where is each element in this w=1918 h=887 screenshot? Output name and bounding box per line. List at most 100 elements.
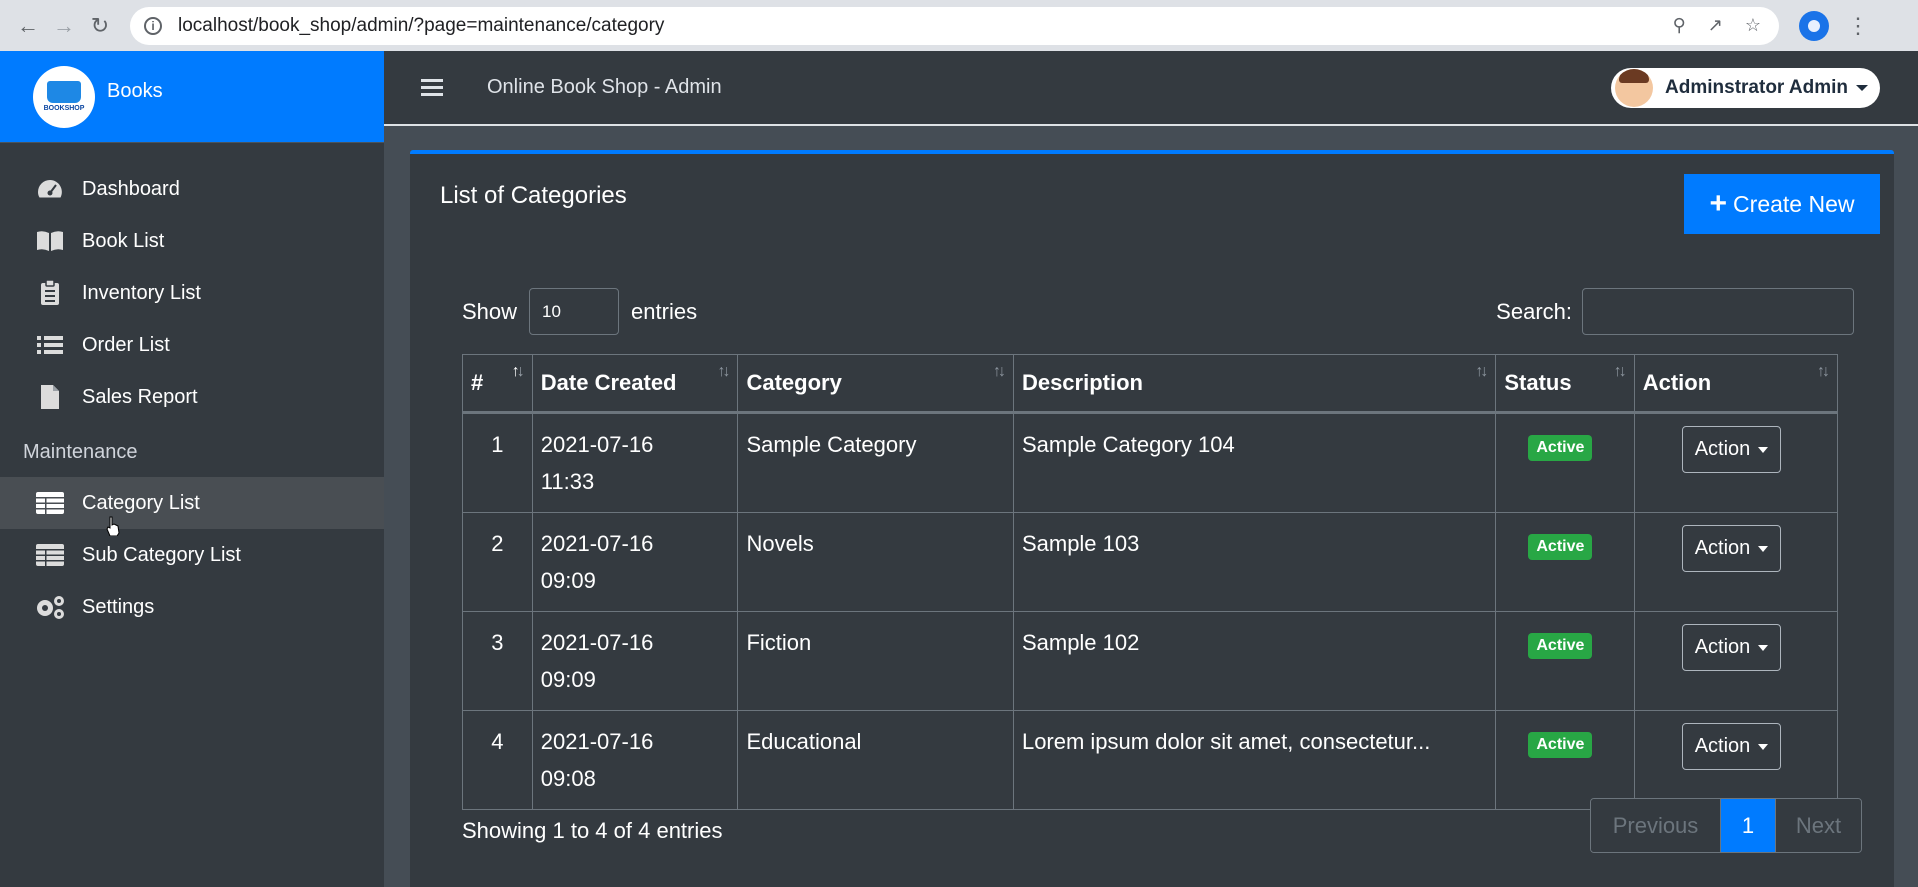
row-date-created: 2021-07-16 09:09 (531, 611, 739, 711)
cogs-icon (34, 594, 66, 620)
sidebar-item-sales-report[interactable]: Sales Report (0, 371, 384, 423)
star-icon[interactable]: ☆ (1745, 15, 1761, 36)
status-badge: Active (1528, 534, 1593, 560)
page-title: List of Categories (440, 182, 627, 209)
sidebar-item-label: Inventory List (82, 281, 201, 304)
sidebar-item-order-list[interactable]: Order List (0, 319, 384, 371)
search-label: Search: (1496, 298, 1572, 324)
row-action: Action (1633, 611, 1839, 711)
user-menu-button[interactable]: Adminstrator Admin (1611, 67, 1880, 108)
brand-name: Books (107, 80, 163, 102)
forward-arrow-icon[interactable]: → (46, 8, 82, 44)
sidebar-section-maintenance: Maintenance (23, 440, 138, 463)
row-status: Active (1495, 412, 1635, 513)
sort-icon: ↑↓ (992, 363, 1006, 380)
row-date-created: 2021-07-16 09:08 (531, 710, 739, 810)
sidebar-menu: Dashboard Book List Inventory List Order… (0, 143, 384, 633)
page-1-button[interactable]: 1 (1721, 799, 1775, 852)
brand-logo: BOOKSHOP (33, 65, 95, 128)
row-category: Fiction (737, 611, 1014, 711)
sort-icon: ↑↓ (1817, 363, 1830, 380)
back-arrow-icon[interactable]: ← (10, 8, 46, 44)
avatar (1615, 68, 1654, 107)
create-new-button[interactable]: + Create New (1684, 174, 1880, 234)
info-icon[interactable]: i (144, 16, 162, 35)
entries-label: entries (631, 298, 698, 324)
row-date-created: 2021-07-16 11:33 (531, 412, 739, 513)
user-name: Adminstrator Admin (1665, 76, 1848, 98)
column-header-date-created[interactable]: Date Created ↑↓ (531, 354, 739, 414)
row-status: Active (1495, 512, 1635, 612)
row-description: Lorem ipsum dolor sit amet, consectetur.… (1012, 710, 1497, 810)
file-icon (34, 384, 66, 410)
status-badge: Active (1528, 633, 1593, 659)
address-bar[interactable]: i localhost/book_shop/admin/?page=mainte… (130, 6, 1779, 45)
sidebar: BOOKSHOP Books Dashboard Book List Inven… (0, 51, 384, 887)
sidebar-item-sub-category-list[interactable]: Sub Category List (0, 529, 384, 581)
status-badge: Active (1528, 435, 1593, 461)
previous-page-button[interactable]: Previous (1591, 799, 1721, 852)
row-action: Action (1633, 412, 1839, 513)
sidebar-item-category-list[interactable]: Category List (0, 477, 384, 529)
browser-toolbar: ← → ↻ i localhost/book_shop/admin/?page=… (0, 0, 1918, 51)
row-number: 2 (462, 512, 533, 612)
url-text: localhost/book_shop/admin/?page=maintena… (178, 14, 665, 36)
sidebar-item-inventory-list[interactable]: Inventory List (0, 267, 384, 319)
zoom-icon[interactable]: ⚲ (1673, 15, 1686, 36)
share-icon[interactable]: ↗ (1708, 15, 1723, 36)
clipboard-icon (34, 280, 66, 306)
top-navbar: Online Book Shop - Admin Adminstrator Ad… (384, 51, 1918, 126)
action-dropdown-button[interactable]: Action (1681, 426, 1782, 473)
sidebar-item-dashboard[interactable]: Dashboard (0, 163, 384, 215)
profile-icon[interactable] (1799, 10, 1829, 41)
sidebar-item-book-list[interactable]: Book List (0, 215, 384, 267)
table-row: 4 2021-07-16 09:08 Educational Lorem ipsu… (462, 710, 1839, 810)
next-page-button[interactable]: Next (1775, 799, 1861, 852)
row-action: Action (1633, 710, 1839, 810)
column-header-action[interactable]: Action ↑↓ (1633, 354, 1839, 414)
row-description: Sample Category 104 (1012, 412, 1497, 513)
pagination: Previous 1 Next (1590, 798, 1862, 853)
entries-length-control: Show entries (462, 288, 697, 335)
reload-icon[interactable]: ↻ (82, 8, 118, 44)
sidebar-item-label: Category List (82, 491, 200, 514)
table-row: 3 2021-07-16 09:09 Fiction Sample 102 Act… (462, 611, 1839, 711)
row-description: Sample 102 (1012, 611, 1497, 711)
table-row: 1 2021-07-16 11:33 Sample Category Sample… (462, 412, 1839, 513)
column-header-category[interactable]: Category ↑↓ (737, 354, 1014, 414)
column-header-number[interactable]: # ↑↓ (462, 354, 533, 414)
row-action: Action (1633, 512, 1839, 612)
row-status: Active (1495, 710, 1635, 810)
sidebar-item-settings[interactable]: Settings (0, 581, 384, 633)
entries-select[interactable] (529, 288, 620, 335)
column-header-description[interactable]: Description ↑↓ (1012, 354, 1497, 414)
brand-link[interactable]: BOOKSHOP Books (0, 51, 384, 143)
table-icon (34, 542, 66, 568)
more-menu-icon[interactable]: ⋮ (1847, 13, 1869, 39)
sort-icon: ↑↓ (1613, 363, 1627, 380)
caret-down-icon (1758, 644, 1769, 651)
row-date-created: 2021-07-16 09:09 (531, 512, 739, 612)
book-icon (34, 228, 66, 254)
sidebar-item-label: Sales Report (82, 385, 198, 408)
row-category: Educational (737, 710, 1014, 810)
sidebar-item-label: Book List (82, 229, 165, 252)
sort-icon: ↑↓ (1475, 363, 1488, 380)
row-number: 4 (462, 710, 533, 810)
table-row: 2 2021-07-16 09:09 Novels Sample 103 Acti… (462, 512, 1839, 612)
hamburger-menu-icon[interactable] (421, 79, 443, 96)
caret-down-icon (1856, 84, 1868, 91)
app-title: Online Book Shop - Admin (487, 76, 722, 98)
caret-down-icon (1758, 743, 1769, 750)
sort-asc-icon: ↑↓ (511, 363, 525, 380)
category-card: List of Categories + Create New Show ent… (410, 150, 1894, 887)
row-category: Sample Category (737, 412, 1014, 513)
action-dropdown-button[interactable]: Action (1681, 624, 1782, 671)
column-header-status[interactable]: Status ↑↓ (1495, 354, 1635, 414)
action-dropdown-button[interactable]: Action (1681, 525, 1782, 572)
row-description: Sample 103 (1012, 512, 1497, 612)
action-dropdown-button[interactable]: Action (1681, 723, 1782, 770)
create-new-label: Create New (1733, 190, 1855, 217)
table-icon (34, 490, 66, 516)
search-input[interactable] (1582, 288, 1854, 335)
